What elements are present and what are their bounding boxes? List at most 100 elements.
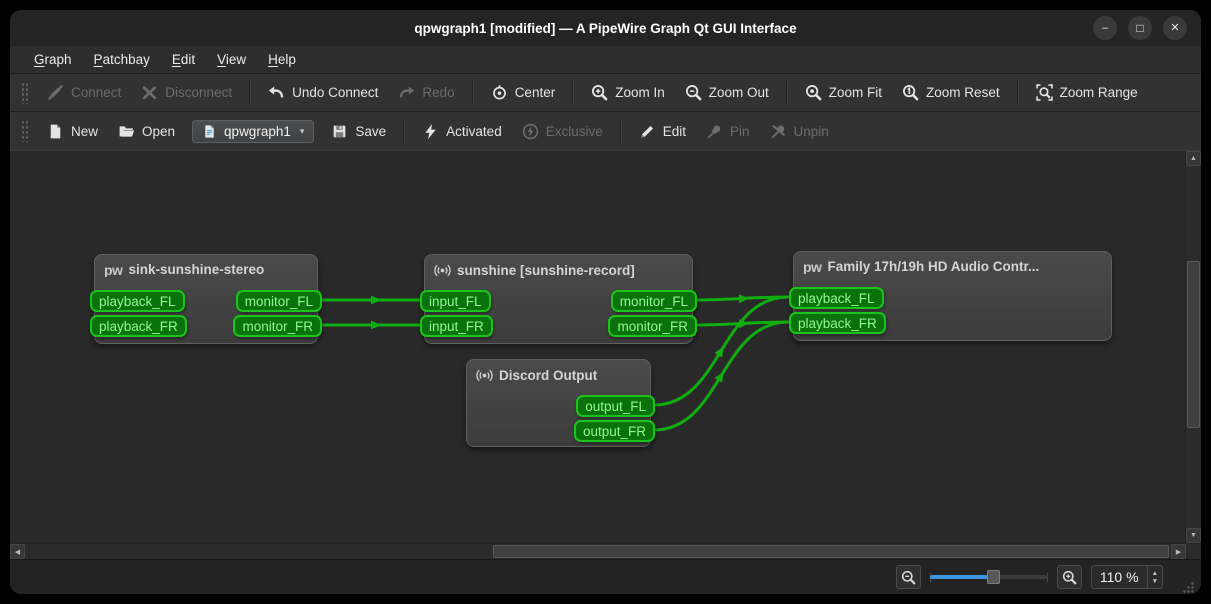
cable-sunshine-to-family-fr [696,322,788,325]
node-sunshine[interactable]: sunshine [sunshine-record] input_FL inpu… [424,254,693,344]
horizontal-scrollbar: ◀ ▶ [10,543,1201,559]
patchbay-profile-value: qpwgraph1 [224,124,291,139]
zoom-out-icon [685,84,702,101]
window-controls: – □ ✕ [1093,16,1187,40]
menubar: Graph Patchbay Edit View Help [10,46,1201,73]
horizontal-scroll-track[interactable] [25,544,1171,559]
undo-connect-button[interactable]: Undo Connect [258,79,388,106]
toolbar-graph: Connect Disconnect Undo Connect Redo Cen… [10,73,1201,111]
node-title: Family 17h/19h HD Audio Contr... [827,259,1039,274]
redo-button[interactable]: Redo [388,79,464,106]
menu-help[interactable]: Help [258,49,306,70]
toolbar-separator [403,119,405,143]
statusbar-zoom-in-button[interactable] [1057,565,1082,589]
zoom-slider[interactable] [930,568,1048,586]
scrollbar-corner [1186,544,1201,559]
edit-button[interactable]: Edit [629,118,696,145]
patchbay-profile-combobox[interactable]: qpwgraph1 ▾ [192,120,314,143]
port-playback-fl[interactable]: playback_FL [90,290,185,312]
chevron-down-icon: ▾ [300,126,305,137]
zoom-slider-handle[interactable] [987,570,1000,584]
scroll-up-icon: ▲ [1190,155,1197,162]
edit-pencil-icon [639,123,656,140]
disconnect-button[interactable]: Disconnect [131,79,242,106]
port-playback-fl[interactable]: playback_FL [789,287,884,309]
graph-view: pw sink-sunshine-stereo playback_FL play… [10,150,1201,559]
unpin-button[interactable]: Unpin [760,118,839,145]
spin-down-button[interactable]: ▼ [1152,578,1158,585]
close-icon: ✕ [1170,23,1179,34]
menu-patchbay[interactable]: Patchbay [84,49,160,70]
zoom-fit-button[interactable]: Zoom Fit [795,79,892,106]
open-button[interactable]: Open [108,118,185,145]
port-input-fl[interactable]: input_FL [420,290,491,312]
pipewire-icon: pw [104,263,122,277]
port-playback-fr[interactable]: playback_FR [789,312,886,334]
close-button[interactable]: ✕ [1163,16,1187,40]
connect-button[interactable]: Connect [37,79,131,106]
scroll-right-icon: ▶ [1176,548,1181,556]
port-monitor-fl[interactable]: monitor_FL [236,290,322,312]
zoom-range-button[interactable]: Zoom Range [1026,79,1148,106]
toolbar-separator [472,81,474,105]
save-button[interactable]: Save [321,118,396,145]
port-monitor-fr[interactable]: monitor_FR [608,315,697,337]
zoom-out-icon [901,570,916,585]
center-button[interactable]: Center [481,79,566,106]
zoom-out-button[interactable]: Zoom Out [675,79,779,106]
horizontal-scroll-thumb[interactable] [493,545,1169,558]
unpin-icon [770,123,787,140]
save-icon [331,123,348,140]
scroll-left-icon: ◀ [15,548,20,556]
disconnect-icon [141,84,158,101]
scroll-left-button[interactable]: ◀ [10,544,25,559]
graph-canvas[interactable]: pw sink-sunshine-stereo playback_FL play… [10,151,1185,543]
app-window: qpwgraph1 [modified] — A PipeWire Graph … [10,10,1201,594]
zoom-range-icon [1036,84,1053,101]
node-sink-sunshine-stereo[interactable]: pw sink-sunshine-stereo playback_FL play… [94,254,318,344]
new-button[interactable]: New [37,118,108,145]
zoom-in-icon [1062,570,1077,585]
toolbar-separator [1017,81,1019,105]
statusbar-zoom-out-button[interactable] [896,565,921,589]
spin-up-button[interactable]: ▲ [1152,570,1158,577]
maximize-button[interactable]: □ [1128,16,1152,40]
minimize-button[interactable]: – [1093,16,1117,40]
port-monitor-fr[interactable]: monitor_FR [233,315,322,337]
node-family-audio-controller[interactable]: pw Family 17h/19h HD Audio Contr... play… [793,251,1112,341]
node-discord-output[interactable]: Discord Output output_FL output_FR [466,359,651,447]
zoom-fit-icon [805,84,822,101]
activated-button[interactable]: Activated [412,118,512,145]
connection-cables [10,151,1185,543]
vertical-scroll-track[interactable] [1186,166,1201,528]
zoom-in-icon [591,84,608,101]
minimize-icon: – [1102,23,1108,34]
pin-button[interactable]: Pin [696,118,760,145]
port-playback-fr[interactable]: playback_FR [90,315,187,337]
zoom-percent-value: 110 % [1092,566,1147,588]
port-monitor-fl[interactable]: monitor_FL [611,290,697,312]
toolbar-drag-handle[interactable] [21,82,28,104]
zoom-percent-spinbox[interactable]: 110 % ▲ ▼ [1091,565,1163,589]
port-input-fr[interactable]: input_FR [420,315,493,337]
scroll-right-button[interactable]: ▶ [1171,544,1186,559]
titlebar[interactable]: qpwgraph1 [modified] — A PipeWire Graph … [10,10,1201,46]
pipewire-icon: pw [803,260,821,274]
zoom-reset-button[interactable]: Zoom Reset [892,79,1010,106]
pin-icon [706,123,723,140]
resize-grip[interactable] [1181,580,1195,594]
scroll-up-button[interactable]: ▲ [1186,151,1201,166]
cable-sunshine-to-family-fl [696,297,788,300]
vertical-scroll-thumb[interactable] [1187,261,1200,428]
toolbar-drag-handle[interactable] [21,120,28,142]
exclusive-button[interactable]: Exclusive [512,118,613,145]
exclusive-icon [522,123,539,140]
scroll-down-button[interactable]: ▼ [1186,528,1201,543]
port-output-fr[interactable]: output_FR [574,420,655,442]
menu-edit[interactable]: Edit [162,49,205,70]
menu-graph[interactable]: Graph [24,49,82,70]
menu-view[interactable]: View [207,49,256,70]
toolbar-separator [249,81,251,105]
zoom-in-button[interactable]: Zoom In [581,79,675,106]
port-output-fl[interactable]: output_FL [576,395,655,417]
